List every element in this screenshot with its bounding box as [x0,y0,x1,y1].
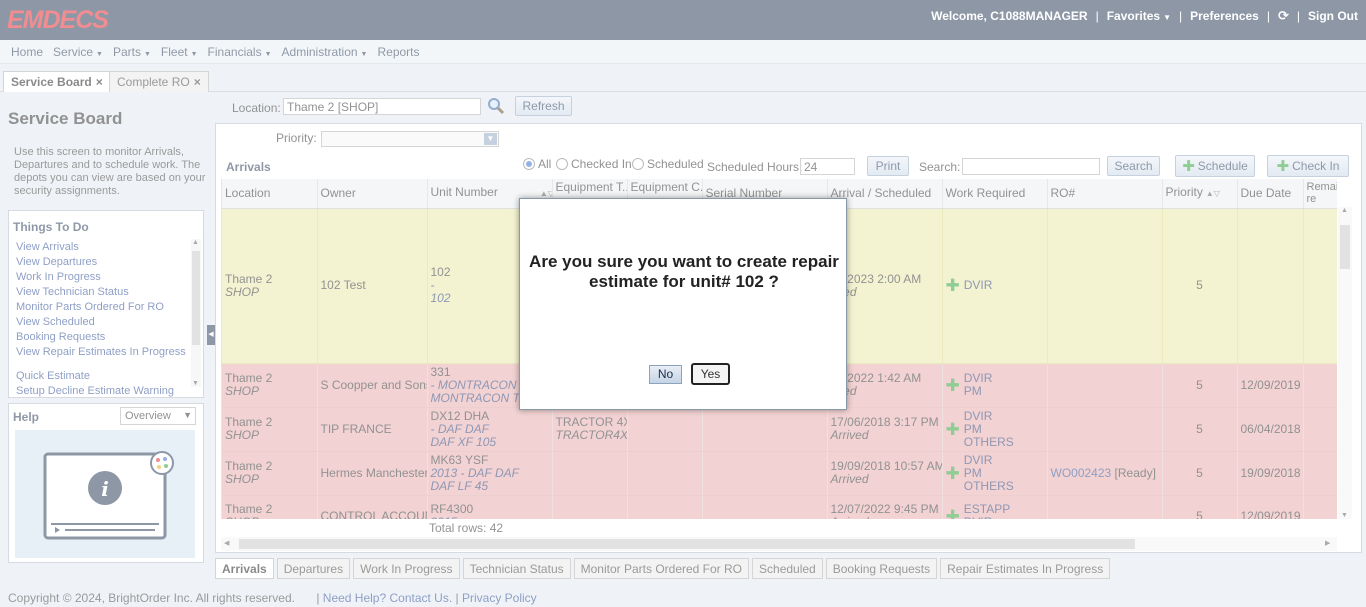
confirm-message: Are you sure you want to create repair e… [529,252,839,291]
yes-button[interactable]: Yes [691,363,730,385]
no-button[interactable]: No [649,365,682,384]
confirm-dialog: Are you sure you want to create repair e… [519,198,847,410]
